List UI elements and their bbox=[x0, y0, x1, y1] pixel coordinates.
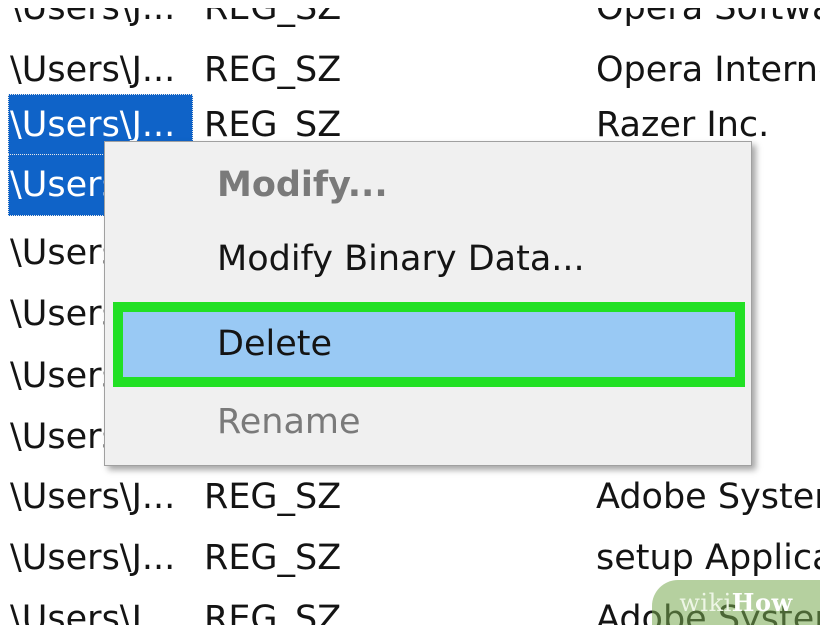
menu-item-label: Delete bbox=[217, 324, 332, 364]
list-row[interactable]: \Users\J... REG_SZ Adobe Systen bbox=[8, 466, 820, 528]
value-name: \Users\J... bbox=[10, 50, 176, 90]
screenshot-frame: \Users\J... REG_SZ Opera Softwa \Users\J… bbox=[0, 0, 820, 625]
list-row[interactable]: \Users\J... REG_SZ Opera Softwa bbox=[8, 8, 820, 39]
value-type: REG_SZ bbox=[204, 477, 342, 517]
context-menu: Modify... Modify Binary Data... Delete R… bbox=[104, 141, 752, 466]
value-type: REG_SZ bbox=[204, 538, 342, 578]
value-data: Adobe Systen bbox=[596, 477, 820, 517]
value-type: REG_SZ bbox=[204, 599, 342, 625]
value-name: \Users\J... bbox=[10, 599, 176, 625]
menu-item-label: Rename bbox=[217, 402, 361, 442]
value-type: REG_SZ bbox=[204, 50, 342, 90]
value-data: Opera Interne bbox=[596, 50, 820, 90]
menu-item-delete[interactable]: Delete bbox=[113, 302, 745, 387]
value-name: \Users\J... bbox=[10, 477, 176, 517]
watermark-logo: wikiHow bbox=[652, 580, 820, 625]
list-row[interactable]: \Users\J... REG_SZ Opera Interne bbox=[8, 39, 820, 101]
value-type: REG_SZ bbox=[204, 8, 342, 28]
menu-item-rename[interactable]: Rename bbox=[105, 389, 751, 455]
value-data: Opera Softwa bbox=[596, 8, 820, 28]
menu-item-modify-binary-data[interactable]: Modify Binary Data... bbox=[105, 226, 751, 292]
value-name: \Users\J... bbox=[10, 8, 176, 28]
menu-item-modify[interactable]: Modify... bbox=[105, 152, 751, 218]
menu-item-label: Modify... bbox=[217, 165, 388, 205]
watermark-text: wiki bbox=[679, 589, 732, 617]
menu-item-label: Modify Binary Data... bbox=[217, 239, 585, 279]
watermark-text: How bbox=[731, 588, 793, 617]
value-name: \Users\J... bbox=[10, 538, 176, 578]
